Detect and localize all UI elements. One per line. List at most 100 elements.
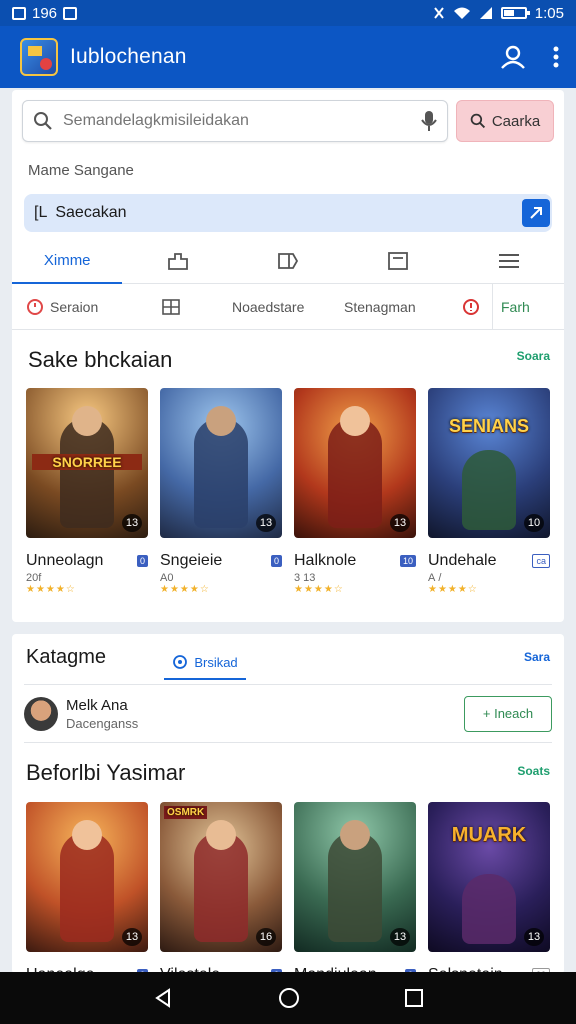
tab-library[interactable] xyxy=(233,238,343,283)
status-left-text: 196 xyxy=(32,4,58,22)
game-art-title: MUARK xyxy=(451,824,527,846)
status-time: 1:05 xyxy=(534,4,564,22)
store-icon xyxy=(167,252,188,270)
user-sub: Dacenganss xyxy=(66,715,139,731)
subtab-stenagman-label: Stenagman xyxy=(344,298,416,315)
character-head xyxy=(206,820,236,850)
tab-news[interactable] xyxy=(343,238,453,283)
menu-icon xyxy=(498,253,519,268)
search-button-icon xyxy=(470,113,485,129)
subtab-farh-label: Farh xyxy=(501,298,530,315)
game-art-title: SENIANS xyxy=(448,416,529,436)
app-logo xyxy=(20,38,58,76)
mute-icon xyxy=(434,7,444,19)
character-head xyxy=(340,406,370,436)
news-icon xyxy=(388,251,409,270)
game-card[interactable]: OSMRK 16 Vilestele0 xyxy=(160,802,282,984)
age-badge: 10 xyxy=(524,514,544,532)
subtab-farh[interactable]: Farh xyxy=(492,283,530,330)
back-icon[interactable] xyxy=(152,987,174,1009)
category-tab[interactable]: Brsikad xyxy=(164,646,246,680)
section1-title: Sake bhckaian xyxy=(28,347,173,372)
account-icon[interactable] xyxy=(500,44,526,70)
select-prefix: [L xyxy=(34,204,48,221)
character-head xyxy=(340,820,370,850)
game-art: MUARK 13 xyxy=(428,802,550,952)
home-icon[interactable] xyxy=(278,987,300,1009)
subtab-store-label: Noaedstare xyxy=(232,298,305,315)
screenshot-icon xyxy=(12,6,26,20)
library-icon xyxy=(278,252,299,269)
section2-subtitle: Beforlbi Yasimar xyxy=(26,760,186,785)
age-badge: 13 xyxy=(390,928,410,946)
subtab-store[interactable]: Noaedstare xyxy=(232,299,344,315)
game-art: 13 xyxy=(294,802,416,952)
character-head xyxy=(72,406,102,436)
age-badge: 13 xyxy=(256,514,276,532)
rating-stars: ★★★★☆ xyxy=(160,584,210,595)
game-art-title: SNORREE xyxy=(32,454,142,470)
select-go-button[interactable] xyxy=(522,199,550,227)
tab-home-label: Ximme xyxy=(43,252,91,269)
section2-see-all-link[interactable]: Sara xyxy=(524,650,550,664)
rating-stars: ★★★★☆ xyxy=(294,584,344,595)
app-title: Iublochenan xyxy=(70,45,187,68)
game-sub: 3 13 xyxy=(294,572,316,584)
game-tag: 0 xyxy=(136,555,148,567)
user-name: Melk Ana xyxy=(66,696,128,714)
main-tabs: Ximme xyxy=(12,238,564,284)
character-head xyxy=(72,820,102,850)
divider xyxy=(24,742,552,743)
tab-home[interactable]: Ximme xyxy=(12,238,123,284)
game-art: SNORREE 13 xyxy=(26,388,148,538)
age-badge: 16 xyxy=(256,928,276,946)
search-button[interactable]: Caarka xyxy=(456,100,554,142)
more-menu-icon[interactable] xyxy=(552,45,560,69)
follow-button[interactable]: + Ineach xyxy=(464,695,552,732)
game-card[interactable]: 13 Halknole 10 3 13 ★★★★☆ xyxy=(294,388,416,595)
system-nav-bar xyxy=(0,972,576,1024)
subtab-stenagman[interactable]: Stenagman xyxy=(344,299,462,315)
game-card[interactable]: 13 Uanealge0 xyxy=(26,802,148,984)
game-art-title: OSMRK xyxy=(164,806,208,819)
microphone-icon[interactable] xyxy=(421,110,437,132)
subtab-alert[interactable] xyxy=(462,298,492,316)
game-card[interactable]: SNORREE 13 Unneolagn 0 20f ★★★★☆ xyxy=(26,388,148,595)
game-art: SENIANS 10 xyxy=(428,388,550,538)
user-row[interactable]: Melk Ana Dacenganss + Ineach xyxy=(24,684,552,742)
game-name: Sngeieie xyxy=(160,552,223,569)
tab-store[interactable] xyxy=(122,238,232,283)
category-card: Katagme Brsikad Sara Melk Ana Dacenganss… xyxy=(12,634,564,983)
age-badge: 13 xyxy=(524,928,544,946)
app-bar: Iublochenan xyxy=(0,26,576,88)
game-art: OSMRK 16 xyxy=(160,802,282,952)
main-card: Caarka Mame Sangane [L Saecakan Ximme Se… xyxy=(12,90,564,622)
game-name: Halknole xyxy=(294,552,357,569)
search-button-label: Caarka xyxy=(491,112,541,130)
clock-icon xyxy=(27,298,43,315)
section1-see-all-link[interactable]: Soara xyxy=(517,349,550,363)
subtab-grid[interactable] xyxy=(162,298,232,315)
tab-menu[interactable] xyxy=(454,238,564,283)
game-name: Undehale xyxy=(428,552,497,569)
alert-icon xyxy=(463,298,479,315)
game-card[interactable]: 13 Sngeieie 0 A0 ★★★★☆ xyxy=(160,388,282,595)
notification-icon xyxy=(63,6,78,20)
signal-icon xyxy=(479,7,492,19)
game-card[interactable]: SENIANS 10 Undehale ca A / ★★★★☆ xyxy=(428,388,550,595)
rating-stars: ★★★★☆ xyxy=(26,584,76,595)
status-bar: 196 1:05 xyxy=(0,0,576,26)
grid-icon xyxy=(162,298,180,315)
character-figure xyxy=(462,874,516,944)
age-badge: 13 xyxy=(390,514,410,532)
section2-title: Katagme xyxy=(26,646,107,668)
section2-sub-link[interactable]: Soats xyxy=(517,764,550,778)
search-input[interactable] xyxy=(63,112,421,130)
game-card[interactable]: 13 Mandiulean0 xyxy=(294,802,416,984)
sub-tabs: Seraion Noaedstare Stenagman Farh xyxy=(12,283,564,330)
recents-icon[interactable] xyxy=(404,988,424,1008)
game-card[interactable]: MUARK 13 Selsnetain00 xyxy=(428,802,550,984)
name-select[interactable]: [L Saecakan xyxy=(24,194,552,232)
subtab-session[interactable]: Seraion xyxy=(26,298,162,316)
wifi-icon xyxy=(453,7,470,19)
